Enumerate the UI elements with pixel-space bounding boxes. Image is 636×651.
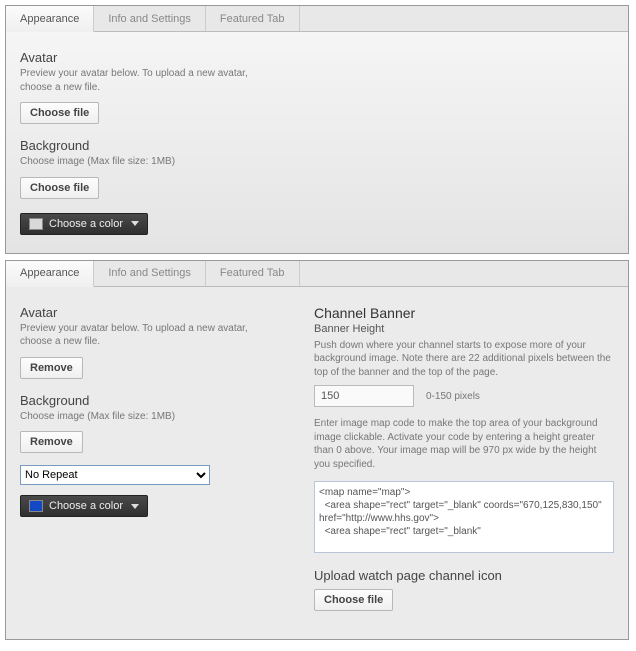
choose-color-button[interactable]: Choose a color xyxy=(20,495,148,517)
background-hint: Choose image (Max file size: 1MB) xyxy=(20,410,286,424)
tab-appearance[interactable]: Appearance xyxy=(6,261,94,287)
avatar-hint: Preview your avatar below. To upload a n… xyxy=(20,67,250,94)
chevron-down-icon xyxy=(131,221,139,226)
color-swatch-icon xyxy=(29,500,43,512)
tab-bar: Appearance Info and Settings Featured Ta… xyxy=(6,261,628,287)
chevron-down-icon xyxy=(131,504,139,509)
panel-content: Avatar Preview your avatar below. To upl… xyxy=(6,32,628,253)
image-map-code-textarea[interactable] xyxy=(314,481,614,553)
tab-appearance[interactable]: Appearance xyxy=(6,6,94,32)
background-choose-file-button[interactable]: Choose file xyxy=(20,177,99,199)
choose-color-label: Choose a color xyxy=(49,218,123,230)
choose-color-label: Choose a color xyxy=(49,500,123,512)
avatar-remove-button[interactable]: Remove xyxy=(20,357,83,379)
background-hint: Choose image (Max file size: 1MB) xyxy=(20,155,614,169)
tab-featured[interactable]: Featured Tab xyxy=(206,6,300,31)
background-title: Background xyxy=(20,138,614,153)
settings-panel-top: Appearance Info and Settings Featured Ta… xyxy=(5,5,629,254)
banner-hint-2: Enter image map code to make the top are… xyxy=(314,417,614,471)
banner-height-input[interactable] xyxy=(314,385,414,407)
avatar-title: Avatar xyxy=(20,50,614,65)
background-repeat-select[interactable]: No Repeat xyxy=(20,465,210,485)
tab-featured[interactable]: Featured Tab xyxy=(206,261,300,286)
channel-banner-title: Channel Banner xyxy=(314,305,614,321)
upload-icon-choose-file-button[interactable]: Choose file xyxy=(314,589,393,611)
tab-info-settings[interactable]: Info and Settings xyxy=(94,6,206,31)
tab-bar: Appearance Info and Settings Featured Ta… xyxy=(6,6,628,32)
avatar-hint: Preview your avatar below. To upload a n… xyxy=(20,322,250,349)
banner-range-label: 0-150 pixels xyxy=(426,391,480,402)
banner-height-label: Banner Height xyxy=(314,323,614,335)
avatar-title: Avatar xyxy=(20,305,286,320)
right-column: Channel Banner Banner Height Push down w… xyxy=(314,301,614,622)
banner-height-row: 0-150 pixels xyxy=(314,385,614,407)
color-swatch-icon xyxy=(29,218,43,230)
banner-hint-1: Push down where your channel starts to e… xyxy=(314,339,614,380)
upload-icon-title: Upload watch page channel icon xyxy=(314,568,614,583)
tab-info-settings[interactable]: Info and Settings xyxy=(94,261,206,286)
background-remove-button[interactable]: Remove xyxy=(20,431,83,453)
left-column: Avatar Preview your avatar below. To upl… xyxy=(20,301,286,622)
background-title: Background xyxy=(20,393,286,408)
panel-content: Avatar Preview your avatar below. To upl… xyxy=(6,287,628,640)
choose-color-button[interactable]: Choose a color xyxy=(20,213,148,235)
settings-panel-bottom: Appearance Info and Settings Featured Ta… xyxy=(5,260,629,641)
avatar-choose-file-button[interactable]: Choose file xyxy=(20,102,99,124)
